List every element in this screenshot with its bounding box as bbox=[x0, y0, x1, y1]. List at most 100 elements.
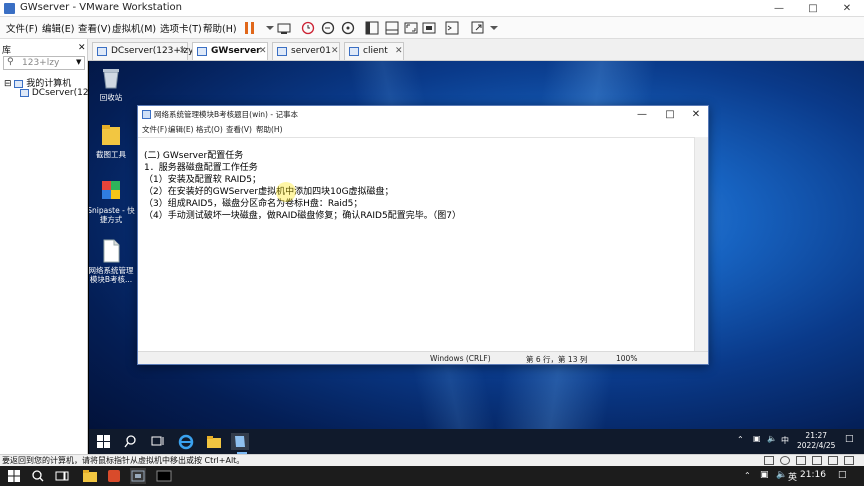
notification-icon[interactable]: □ bbox=[845, 434, 854, 444]
library-header: 库 bbox=[2, 46, 12, 56]
search-icon: ⚲ bbox=[7, 57, 14, 67]
host-clock[interactable]: 21:16 bbox=[800, 470, 826, 480]
close-button[interactable]: ✕ bbox=[830, 0, 864, 17]
guest-taskbar: ⌃ ▣ 🔈 中 21:27 2022/4/25 □ bbox=[89, 429, 864, 454]
snipaste-icon bbox=[100, 179, 122, 203]
notepad-maximize-button[interactable]: □ bbox=[656, 106, 684, 123]
console-view-icon[interactable] bbox=[444, 20, 460, 36]
menu-view[interactable]: 查看(V) bbox=[78, 21, 111, 35]
tab-gwserver[interactable]: GWserver ✕ bbox=[192, 42, 268, 60]
thumbnail-bar-icon[interactable] bbox=[384, 20, 400, 36]
desktop-icon-text-file[interactable]: 网络系统管理模块B考核... bbox=[89, 239, 136, 284]
notification-icon[interactable]: □ bbox=[838, 470, 847, 480]
send-ctrl-alt-del-icon[interactable] bbox=[276, 20, 292, 36]
notepad-menu-file[interactable]: 文件(F) bbox=[142, 124, 167, 135]
internet-explorer-icon[interactable] bbox=[177, 433, 195, 450]
app-icon[interactable] bbox=[106, 468, 122, 484]
sound-card-icon[interactable] bbox=[828, 456, 838, 465]
notepad-vertical-scrollbar[interactable] bbox=[694, 137, 708, 351]
guest-date: 2022/4/25 bbox=[797, 441, 836, 450]
notepad-menu-format[interactable]: 格式(O) bbox=[196, 124, 223, 135]
notepad-menu-bar: 文件(F) 编辑(E) 格式(O) 查看(V) 帮助(H) bbox=[138, 123, 708, 136]
input-method-label[interactable]: 英 bbox=[788, 470, 797, 483]
tree-child-label: DCserver(12 bbox=[31, 88, 89, 98]
notepad-window[interactable]: 网络系统管理模块B考核题目(win) - 记事本 — □ ✕ 文件(F) 编辑(… bbox=[137, 105, 709, 365]
terminal-icon[interactable] bbox=[156, 468, 172, 484]
search-dropdown-icon[interactable]: ▼ bbox=[76, 58, 81, 66]
library-close-icon[interactable]: ✕ bbox=[78, 43, 86, 53]
menu-edit[interactable]: 编辑(E) bbox=[42, 21, 74, 35]
unity-icon[interactable] bbox=[421, 20, 437, 36]
task-view-icon[interactable] bbox=[54, 468, 70, 484]
desktop-icon-screenshot-folder[interactable]: 截图工具 bbox=[89, 123, 136, 159]
vm-tab-icon bbox=[277, 47, 287, 56]
menu-help[interactable]: 帮助(H) bbox=[203, 21, 237, 35]
search-icon[interactable] bbox=[123, 433, 141, 450]
network-icon[interactable]: ▣ bbox=[760, 470, 769, 480]
tab-close-icon[interactable]: ✕ bbox=[179, 46, 187, 56]
usb-icon[interactable] bbox=[812, 456, 822, 465]
full-screen-icon[interactable] bbox=[403, 20, 419, 36]
tree-item-dcserver[interactable]: DCserver(12 bbox=[20, 88, 89, 98]
notepad-taskbar-icon[interactable] bbox=[231, 433, 249, 450]
display-icon[interactable] bbox=[844, 456, 854, 465]
notepad-title-bar[interactable]: 网络系统管理模块B考核题目(win) - 记事本 — □ ✕ bbox=[138, 106, 708, 123]
notepad-text-area[interactable]: (二) GWserver配置任务 1．服务器磁盘配置工作任务 （1）安装及配置软… bbox=[138, 137, 694, 351]
folder-icon bbox=[100, 123, 122, 147]
task-view-icon[interactable] bbox=[149, 433, 167, 450]
network-adapter-icon[interactable] bbox=[796, 456, 806, 465]
tab-close-icon[interactable]: ✕ bbox=[259, 46, 267, 56]
file-explorer-icon[interactable] bbox=[205, 433, 223, 450]
snapshot-icon[interactable] bbox=[300, 20, 316, 36]
cd-dvd-icon[interactable] bbox=[780, 456, 790, 465]
show-library-icon[interactable] bbox=[364, 20, 380, 36]
maximize-button[interactable]: □ bbox=[796, 0, 830, 17]
stretch-dropdown-icon[interactable] bbox=[486, 20, 502, 36]
desktop-icon-snipaste[interactable]: Snipaste - 快捷方式 bbox=[89, 179, 136, 224]
network-icon[interactable]: ▣ bbox=[753, 434, 761, 443]
vm-tab-icon bbox=[349, 47, 359, 56]
file-explorer-icon[interactable] bbox=[82, 468, 98, 484]
tray-chevron-icon[interactable]: ⌃ bbox=[737, 435, 744, 444]
tab-server01[interactable]: server01 ✕ bbox=[272, 42, 340, 60]
notepad-close-button[interactable]: ✕ bbox=[682, 106, 710, 123]
tab-dcserver[interactable]: DCserver(123+lzy) ✕ bbox=[92, 42, 197, 60]
notepad-status-bar: Windows (CRLF) 第 6 行，第 13 列 100% bbox=[138, 351, 708, 364]
guest-clock[interactable]: 21:27 2022/4/25 bbox=[797, 431, 835, 451]
desktop-icon-recycle-bin[interactable]: 回收站 bbox=[89, 66, 136, 102]
stretch-guest-icon[interactable] bbox=[470, 20, 486, 36]
tab-label: server01 bbox=[291, 46, 331, 56]
collapse-icon[interactable]: ⊟ bbox=[4, 79, 12, 89]
vm-tab-icon bbox=[197, 47, 207, 56]
windows-start-icon[interactable] bbox=[95, 433, 113, 450]
input-method-label[interactable]: 中 bbox=[781, 435, 789, 446]
windows-start-icon[interactable] bbox=[6, 468, 22, 484]
notepad-minimize-button[interactable]: — bbox=[628, 106, 656, 123]
vmware-taskbar-icon[interactable] bbox=[130, 468, 146, 484]
tab-label: GWserver bbox=[211, 46, 261, 56]
tab-client[interactable]: client ✕ bbox=[344, 42, 404, 60]
library-panel: 库 ✕ ⚲ 123+lzy ▼ ⊟ 我的计算机 DCserver(12 bbox=[0, 39, 89, 454]
snapshot-manager-icon[interactable] bbox=[340, 20, 356, 36]
pause-icon[interactable] bbox=[242, 20, 258, 36]
tray-chevron-icon[interactable]: ⌃ bbox=[744, 471, 751, 480]
status-position: 第 6 行，第 13 列 bbox=[526, 355, 588, 364]
hard-disk-icon[interactable] bbox=[764, 456, 774, 465]
volume-icon[interactable]: 🔈 bbox=[767, 434, 777, 443]
menu-tabs[interactable]: 选项卡(T) bbox=[160, 21, 202, 35]
minimize-button[interactable]: — bbox=[762, 0, 796, 17]
search-icon[interactable] bbox=[30, 468, 46, 484]
tab-close-icon[interactable]: ✕ bbox=[395, 46, 403, 56]
notepad-menu-view[interactable]: 查看(V) bbox=[226, 124, 252, 135]
text-line: （4）手动测试破坏一块磁盘，做RAID磁盘修复；确认RAID5配置完毕。（图7） bbox=[144, 211, 461, 221]
tab-close-icon[interactable]: ✕ bbox=[331, 46, 339, 56]
library-search-input[interactable]: ⚲ 123+lzy ▼ bbox=[3, 56, 85, 70]
notepad-menu-edit[interactable]: 编辑(E) bbox=[168, 124, 194, 135]
desktop-icon-label: 回收站 bbox=[99, 93, 123, 102]
notepad-menu-help[interactable]: 帮助(H) bbox=[256, 124, 283, 135]
menu-vm[interactable]: 虚拟机(M) bbox=[112, 21, 156, 35]
menu-file[interactable]: 文件(F) bbox=[6, 21, 38, 35]
volume-icon[interactable]: 🔈 bbox=[776, 470, 787, 480]
recycle-bin-icon bbox=[100, 66, 122, 90]
revert-snapshot-icon[interactable] bbox=[320, 20, 336, 36]
